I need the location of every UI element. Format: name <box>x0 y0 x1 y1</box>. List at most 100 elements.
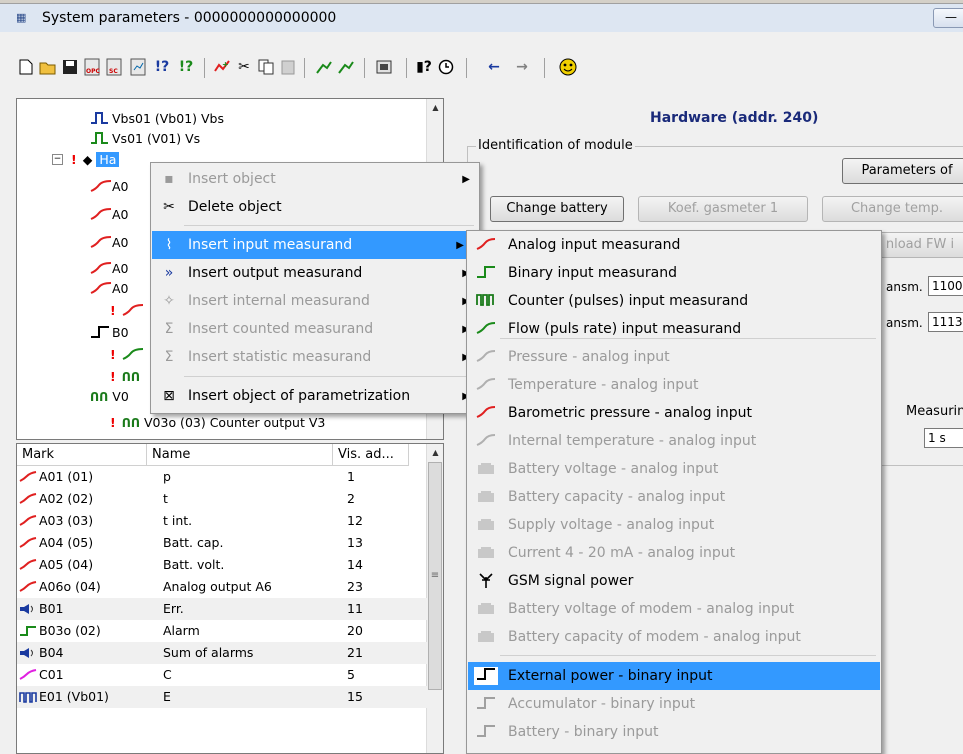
row-mark: A04 (05) <box>39 535 94 550</box>
submenu-item[interactable]: External power - binary input <box>468 662 880 690</box>
submenu-item[interactable]: Analog input measurand <box>468 231 880 259</box>
submenu-item[interactable]: Current 4 - 20 mA - analog input <box>468 539 880 567</box>
measuring-select[interactable]: 1 s <box>924 428 963 448</box>
smiley-icon[interactable] <box>558 56 578 78</box>
submenu-label: GSM signal power <box>508 573 634 589</box>
tree-item[interactable]: Vs01 (V01) Vs <box>90 128 200 148</box>
list-row[interactable]: A01 (01) p 1 <box>17 466 427 488</box>
warning-icon: ! <box>110 346 116 362</box>
context-menu-item[interactable]: ✂ Delete object <box>152 193 478 221</box>
column-header-mark[interactable]: Mark <box>17 444 147 466</box>
tree-item[interactable]: ! <box>110 300 144 320</box>
column-header-vis[interactable]: Vis. ad... <box>333 444 409 466</box>
tree-item[interactable]: ! ՈՈ V03o (03) Counter output V3 <box>110 412 325 432</box>
submenu-item[interactable]: Counter (pulses) input measurand <box>468 287 880 315</box>
forward-arrow-icon[interactable]: → <box>512 56 532 78</box>
submenu-item[interactable]: Supply voltage - analog input <box>468 511 880 539</box>
paste-icon[interactable] <box>278 56 298 78</box>
context-menu-item[interactable]: ▪ Insert object ▶ <box>152 165 478 193</box>
minimize-button[interactable]: — <box>933 8 963 28</box>
list-scrollbar[interactable]: ▲ ≡ <box>426 444 443 753</box>
add-object-icon[interactable]: + <box>212 56 232 78</box>
toolbar-separator <box>544 58 545 78</box>
list-row[interactable]: B03o (02) Alarm 20 <box>17 620 427 642</box>
check-green-icon[interactable]: !? <box>176 56 196 78</box>
report-icon[interactable] <box>128 56 148 78</box>
collapse-icon[interactable]: − <box>52 153 63 165</box>
clock-icon[interactable] <box>436 56 456 78</box>
computed-icon <box>19 669 37 684</box>
context-menu-item[interactable]: ⌇ Insert input measurand ▶ <box>152 231 472 259</box>
check-icon[interactable]: !? <box>152 56 172 78</box>
submenu-label: Counter (pulses) input measurand <box>508 293 749 309</box>
change-battery-button[interactable]: Change battery <box>490 196 624 222</box>
tree-item[interactable]: A0 <box>90 258 129 278</box>
row-mark: E01 (Vb01) <box>39 689 109 704</box>
list-row[interactable]: A05 (04) Batt. volt. 14 <box>17 554 427 576</box>
scroll-thumb[interactable]: ≡ <box>428 462 442 690</box>
transm-field-2[interactable]: 1113 <box>928 312 963 332</box>
new-icon[interactable] <box>16 56 36 78</box>
analog-icon <box>19 559 37 574</box>
unload-fw-button[interactable]: nload FW i <box>870 232 963 258</box>
submenu-item[interactable]: Temperature - analog input <box>468 371 880 399</box>
tree-item[interactable]: A0 <box>90 204 129 224</box>
tree-item[interactable]: A0 <box>90 176 129 196</box>
export-icon[interactable] <box>314 56 334 78</box>
import-icon[interactable] <box>336 56 356 78</box>
tree-item-hardware[interactable]: − ! ◆ Ha <box>52 149 120 169</box>
context-menu-label: Insert input measurand <box>188 237 353 253</box>
change-temp-button[interactable]: Change temp. <box>822 196 963 222</box>
scroll-up-icon[interactable]: ▲ <box>427 99 444 116</box>
list-row[interactable]: A02 (02) t 2 <box>17 488 427 510</box>
tree-item[interactable]: ! <box>110 344 144 364</box>
row-vis-address: 5 <box>347 667 355 682</box>
sc-icon[interactable]: SC <box>104 56 124 78</box>
tree-item[interactable]: ! ՈՈ <box>110 366 140 386</box>
list-row[interactable]: B01 Err. 11 <box>17 598 427 620</box>
koef-gasmeter-button[interactable]: Koef. gasmeter 1 <box>638 196 808 222</box>
submenu-item[interactable]: Accumulator - binary input <box>468 690 880 718</box>
tree-item[interactable]: B0 <box>90 322 129 342</box>
submenu-item[interactable]: Battery voltage - analog input <box>468 455 880 483</box>
submenu-item[interactable]: Battery - binary input <box>468 718 880 746</box>
back-arrow-icon[interactable]: ← <box>484 56 504 78</box>
submenu-item[interactable]: Pressure - analog input <box>468 343 880 371</box>
context-menu-item[interactable]: ΣInsert statistic measurand▶ <box>152 343 478 371</box>
tree-item[interactable]: ՈՈ V0 <box>90 386 129 406</box>
parameters-button[interactable]: Parameters of <box>842 158 963 184</box>
context-menu-item[interactable]: »Insert output measurand▶ <box>152 259 478 287</box>
opc-icon[interactable]: OPC <box>82 56 102 78</box>
column-header-name[interactable]: Name <box>147 444 333 466</box>
current-icon <box>474 545 498 563</box>
context-menu-item[interactable]: ⊠Insert object of parametrization▶ <box>152 382 478 410</box>
context-menu-item[interactable]: ΣInsert counted measurand▶ <box>152 315 478 343</box>
row-name: t <box>163 491 168 506</box>
copy-icon[interactable] <box>256 56 276 78</box>
submenu-item[interactable]: Barometric pressure - analog input <box>468 399 880 427</box>
list-row[interactable]: C01 C 5 <box>17 664 427 686</box>
tree-item[interactable]: A0 <box>90 232 129 252</box>
list-row[interactable]: E01 (Vb01) E 15 <box>17 686 427 708</box>
tree-item[interactable]: A0 <box>90 278 129 298</box>
list-row[interactable]: A06o (04) Analog output A6 23 <box>17 576 427 598</box>
submenu-item[interactable]: Internal temperature - analog input <box>468 427 880 455</box>
submenu-item[interactable]: GSM signal power <box>468 567 880 595</box>
save-icon[interactable] <box>60 56 80 78</box>
submenu-item[interactable]: Binary input measurand <box>468 259 880 287</box>
transm-field-1[interactable]: 1100 <box>928 276 963 296</box>
device-icon[interactable] <box>374 56 394 78</box>
open-icon[interactable] <box>38 56 58 78</box>
row-name: Sum of alarms <box>163 645 254 660</box>
tree-item[interactable]: Vbs01 (Vb01) Vbs <box>90 108 224 128</box>
list-row[interactable]: B04 Sum of alarms 21 <box>17 642 427 664</box>
cut-icon[interactable]: ✂ <box>234 56 254 78</box>
context-menu-item[interactable]: ✧Insert internal measurand▶ <box>152 287 478 315</box>
submenu-item[interactable]: Battery voltage of modem - analog input <box>468 595 880 623</box>
help-icon[interactable]: ▮? <box>414 56 434 78</box>
scroll-up-icon[interactable]: ▲ <box>427 444 444 461</box>
submenu-item[interactable]: Battery capacity of modem - analog input <box>468 623 880 651</box>
submenu-item[interactable]: Battery capacity - analog input <box>468 483 880 511</box>
list-row[interactable]: A03 (03) t int. 12 <box>17 510 427 532</box>
list-row[interactable]: A04 (05) Batt. cap. 13 <box>17 532 427 554</box>
